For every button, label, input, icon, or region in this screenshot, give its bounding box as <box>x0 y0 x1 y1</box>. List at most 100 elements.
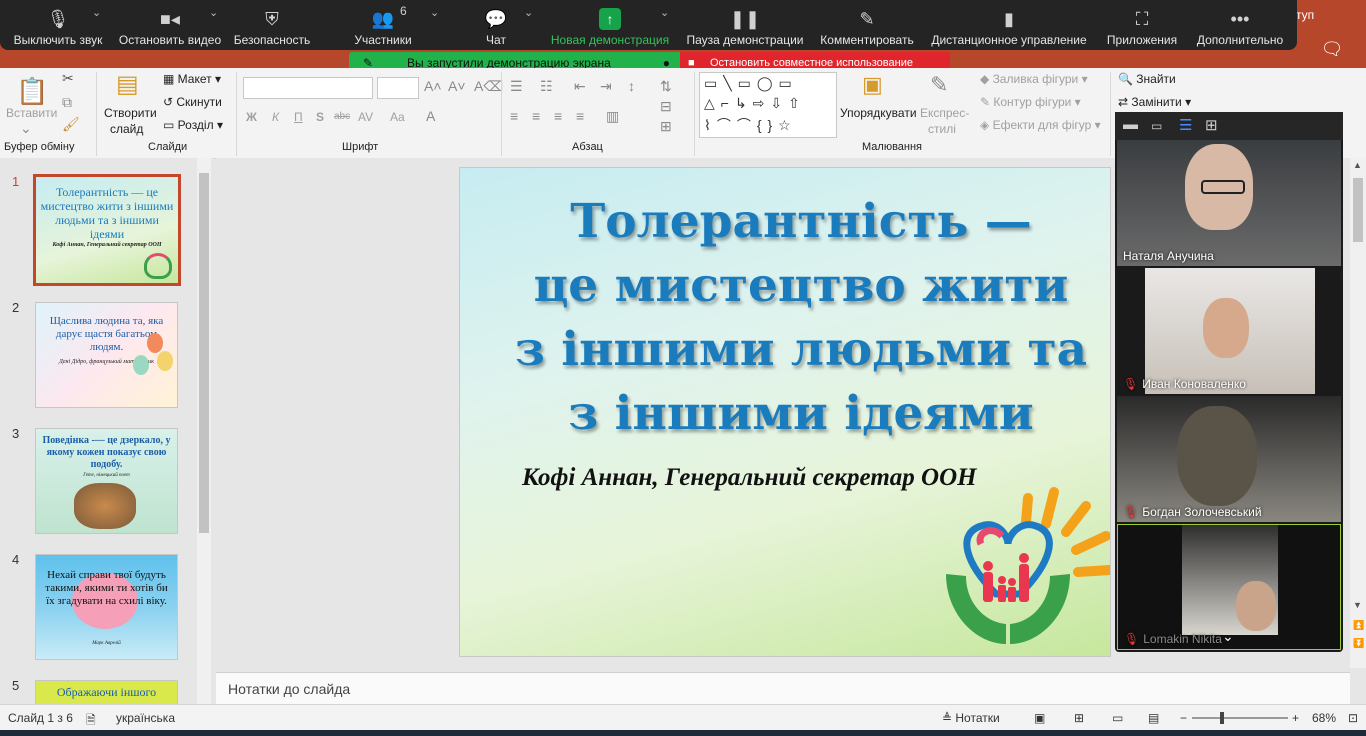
align-text-icon[interactable]: ⊟ <box>660 98 672 115</box>
strikethrough-button[interactable]: abc <box>334 111 350 122</box>
arrange-button[interactable]: Упорядкувати <box>840 106 917 120</box>
zoom-level[interactable]: 68% <box>1312 711 1336 725</box>
language-indicator[interactable]: українська <box>116 711 175 725</box>
new-slide-button[interactable]: Створити <box>104 106 157 120</box>
format-painter-icon[interactable]: 🖌 <box>62 116 80 133</box>
arrange-icon[interactable]: ▣ <box>862 72 883 98</box>
decrease-indent-icon[interactable]: ⇤ <box>574 78 586 95</box>
notes-pane[interactable]: Нотатки до слайда <box>216 672 1350 705</box>
zoom-slider[interactable] <box>1192 717 1288 719</box>
participants-options-chevron-icon[interactable]: ⌄ <box>430 6 439 19</box>
quick-styles-icon[interactable]: ✎ <box>930 72 948 98</box>
section-button[interactable]: ▭ Розділ ▾ <box>163 118 223 132</box>
chat-button[interactable]: 💬 Чат <box>478 0 514 50</box>
fit-slide-icon[interactable]: ⊡ <box>1348 711 1358 725</box>
mute-options-chevron-icon[interactable]: ⌄ <box>92 6 101 19</box>
reading-view-icon[interactable]: ▭ <box>1112 711 1123 725</box>
underline-button[interactable]: П <box>294 110 303 124</box>
align-left-icon[interactable]: ≡ <box>510 108 518 124</box>
shadow-button[interactable]: S <box>316 110 324 124</box>
quick-styles-button[interactable]: Експрес- <box>920 106 969 120</box>
paste-icon[interactable]: 📋 <box>16 76 48 107</box>
decrease-font-icon[interactable]: A˅ <box>448 78 466 94</box>
justify-icon[interactable]: ≡ <box>576 108 584 124</box>
slide-thumbnail-5[interactable]: Ображаючи іншого <box>35 680 178 706</box>
more-button[interactable]: ••• Дополнительно <box>1194 0 1286 50</box>
slide-scroll-thumb[interactable] <box>1353 178 1363 242</box>
char-spacing-icon[interactable]: AV <box>358 110 373 124</box>
align-right-icon[interactable]: ≡ <box>554 108 562 124</box>
bold-button[interactable]: Ж <box>246 110 257 124</box>
find-button[interactable]: 🔍 Знайти <box>1118 72 1176 86</box>
replace-button[interactable]: ⇄ Замінити ▾ <box>1118 95 1191 109</box>
spelling-icon[interactable]: 🗎 <box>86 711 96 732</box>
align-center-icon[interactable]: ≡ <box>532 108 540 124</box>
share-options-chevron-icon[interactable]: ⌄ <box>660 6 669 19</box>
minimize-icon[interactable]: ▬ <box>1123 116 1138 133</box>
chat-options-chevron-icon[interactable]: ⌄ <box>524 6 533 19</box>
change-case-button[interactable]: Aa <box>390 110 405 124</box>
pause-share-button[interactable]: ❚❚ Пауза демонстрации <box>686 0 804 50</box>
text-direction-icon[interactable]: ⇅ <box>660 78 672 95</box>
line-spacing-icon[interactable]: ↕ <box>628 78 635 94</box>
video-tile[interactable]: Наталя Анучина <box>1117 140 1341 266</box>
shapes-row-3-icon[interactable]: ⌇⌒⌒{}☆ <box>704 115 797 135</box>
copy-icon[interactable]: ⧉ <box>62 94 72 111</box>
slideshow-icon[interactable]: ▤ <box>1148 711 1159 725</box>
font-color-icon[interactable]: A <box>426 108 435 124</box>
zoom-out-icon[interactable]: − <box>1180 711 1187 725</box>
slide-quote-author[interactable]: Кофі Аннан, Генеральний секретар ООН <box>522 464 977 492</box>
scroll-up-icon[interactable]: ▲ <box>1353 160 1362 170</box>
increase-indent-icon[interactable]: ⇥ <box>600 78 612 95</box>
paste-chevron-icon[interactable]: ⌄ <box>20 120 32 137</box>
cut-icon[interactable]: ✂ <box>62 70 74 87</box>
shapes-gallery[interactable]: ▭╲▭◯▭ △⌐↳⇨⇩⇧ ⌇⌒⌒{}☆ <box>699 72 837 138</box>
comments-icon[interactable]: 🗨 <box>1310 38 1354 60</box>
slide-thumbnail-2[interactable]: Щаслива людина та, яка дарує щастя багат… <box>35 302 178 408</box>
numbering-icon[interactable]: ☷ <box>540 78 553 95</box>
scroll-down-icon[interactable]: ▼ <box>1353 600 1362 610</box>
gallery-view-icon[interactable]: ⊞ <box>1205 116 1218 134</box>
expand-chevron-icon[interactable]: ⌄ <box>1222 628 1234 645</box>
smartart-icon[interactable]: ⊞ <box>660 118 672 135</box>
paste-button[interactable]: Вставити <box>6 106 57 120</box>
prev-slide-icon[interactable]: ⏫ <box>1353 620 1364 631</box>
slide-thumbnail-1[interactable]: Толерантність — це мистецтво жити з інши… <box>33 174 181 286</box>
apps-button[interactable]: ⛶ Приложения <box>1104 0 1180 50</box>
shape-fill-button[interactable]: ◆ Заливка фігури ▾ <box>980 72 1088 86</box>
remote-control-button[interactable]: ▮ Дистанционное управление <box>930 0 1088 50</box>
slide-thumbnail-4[interactable]: Нехай справи твої будуть такими, якими т… <box>35 554 178 660</box>
clear-formatting-icon[interactable]: A⌫ <box>474 78 503 95</box>
columns-icon[interactable]: ▥ <box>606 108 619 125</box>
speaker-view-icon[interactable]: ▭ <box>1151 119 1162 133</box>
zoom-slider-thumb[interactable] <box>1220 712 1224 724</box>
video-tile[interactable]: 🎙 Богдан Золочевський <box>1117 396 1341 522</box>
stop-video-button[interactable]: ■◂ Остановить видео <box>117 0 223 50</box>
shapes-row-1-icon[interactable]: ▭╲▭◯▭ <box>704 75 798 92</box>
thumbnails-scroll-thumb[interactable] <box>199 173 209 533</box>
slide-scrollbar[interactable]: ▲ ▼ ⏫ ⏬ <box>1350 158 1366 668</box>
slide-title[interactable]: Толерантність — це мистецтво жити з інши… <box>460 190 1110 446</box>
video-options-chevron-icon[interactable]: ⌄ <box>209 6 218 19</box>
layout-button[interactable]: ▦ Макет ▾ <box>163 72 221 86</box>
font-name-field[interactable] <box>243 77 373 99</box>
font-size-field[interactable] <box>377 77 419 99</box>
slide-sorter-icon[interactable]: ⊞ <box>1074 711 1084 725</box>
annotate-button[interactable]: ✎ Комментировать <box>818 0 916 50</box>
notes-toggle-button[interactable]: ≜ Нотатки <box>942 711 1000 725</box>
normal-view-icon[interactable]: ▣ <box>1034 711 1045 725</box>
slide-thumbnail-3[interactable]: Поведінка -— це дзеркало, у якому кожен … <box>35 428 178 534</box>
next-slide-icon[interactable]: ⏬ <box>1353 638 1364 649</box>
video-tile[interactable]: 🎙 Иван Коноваленко <box>1117 268 1341 394</box>
slide-canvas[interactable]: Толерантність — це мистецтво жити з інши… <box>459 167 1111 657</box>
bullets-icon[interactable]: ☰ <box>510 78 523 95</box>
zoom-in-icon[interactable]: + <box>1292 711 1299 725</box>
reset-button[interactable]: ↺ Скинути <box>163 95 222 109</box>
video-tile-active-speaker[interactable]: 🎙 Lomakin Nikita ⌄ <box>1117 524 1341 650</box>
shapes-row-2-icon[interactable]: △⌐↳⇨⇩⇧ <box>704 95 806 112</box>
new-share-button[interactable]: ↑ Новая демонстрация <box>550 0 670 50</box>
new-slide-icon[interactable]: ▤ <box>116 70 139 99</box>
shape-outline-button[interactable]: ✎ Контур фігури ▾ <box>980 95 1081 109</box>
shape-effects-button[interactable]: ◈ Ефекти для фігур ▾ <box>980 118 1101 132</box>
increase-font-icon[interactable]: A˄ <box>424 78 442 94</box>
